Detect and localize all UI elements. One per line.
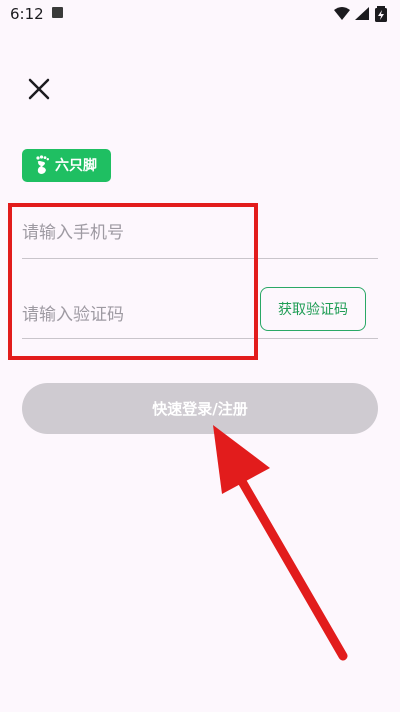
- signal-icon: [355, 7, 369, 20]
- notification-app-icon: [52, 7, 63, 18]
- close-button[interactable]: [22, 72, 56, 106]
- status-time: 6:12: [10, 5, 44, 23]
- footprint-icon: [36, 155, 49, 174]
- close-icon: [28, 78, 50, 100]
- get-code-button[interactable]: 获取验证码: [260, 287, 366, 331]
- brand-logo: 六只脚: [22, 149, 111, 182]
- highlight-annotation: [8, 203, 258, 360]
- status-icons: [332, 5, 392, 23]
- wifi-icon: [334, 7, 350, 20]
- login-register-button[interactable]: 快速登录/注册: [22, 383, 378, 434]
- brand-name: 六只脚: [55, 158, 97, 174]
- status-bar: 6:12: [0, 0, 400, 28]
- battery-icon: [375, 6, 387, 22]
